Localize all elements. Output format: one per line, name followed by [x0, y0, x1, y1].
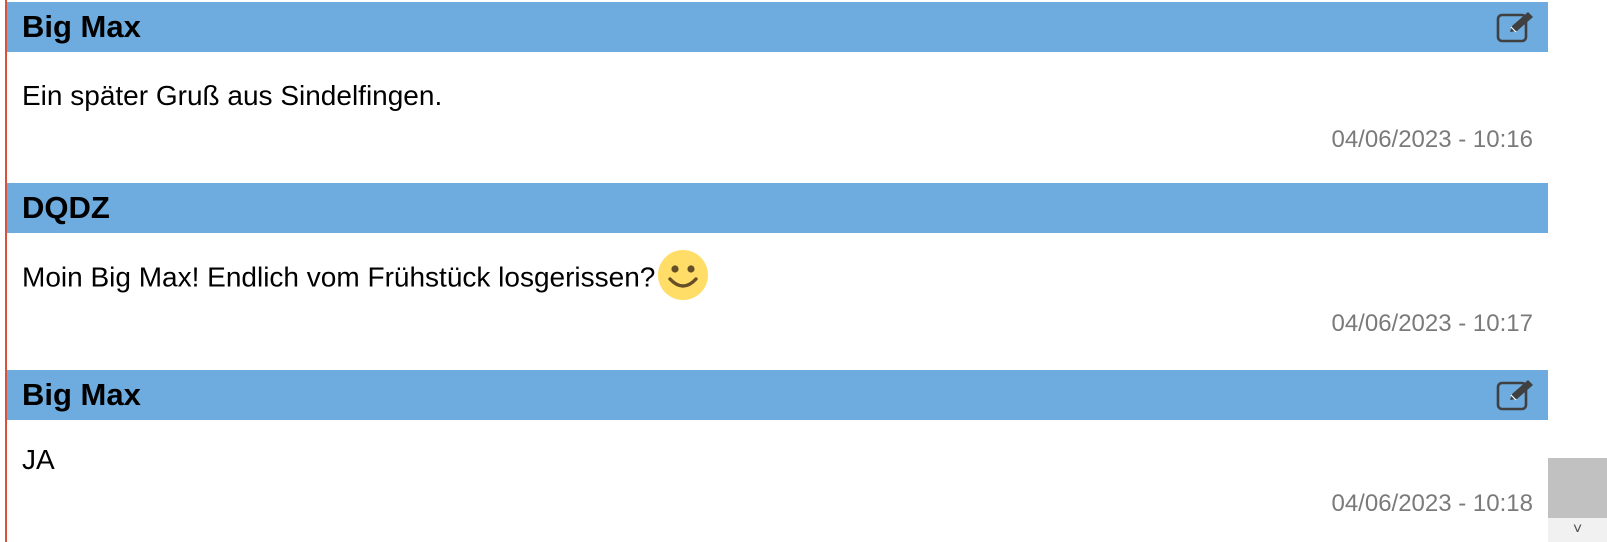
message-author: Big Max — [22, 9, 141, 44]
message-item: DQDZ Moin Big Max! Endlich vom Frühstück… — [7, 183, 1548, 370]
message-timestamp: 04/06/2023 - 10:16 — [1331, 126, 1533, 153]
chat-window: Big Max Ein später Gruß aus Sindelfingen… — [0, 0, 1607, 542]
message-author: DQDZ — [22, 190, 110, 225]
message-text: Moin Big Max! Endlich vom Frühstück losg… — [22, 261, 656, 293]
message-timestamp: 04/06/2023 - 10:17 — [1331, 310, 1533, 337]
edit-button[interactable] — [1496, 10, 1536, 44]
chevron-down-icon: ˅ — [1572, 521, 1583, 538]
scroll-down-button[interactable]: ˅ — [1548, 518, 1607, 542]
message-author: Big Max — [22, 377, 141, 412]
message-timestamp: 04/06/2023 - 10:18 — [1331, 490, 1533, 517]
scrollbar-thumb[interactable] — [1548, 458, 1607, 518]
message-text-line: Moin Big Max! Endlich vom Frühstück losg… — [22, 250, 709, 305]
message-item: Big Max Ein später Gruß aus Sindelfingen… — [7, 2, 1548, 183]
message-list: Big Max Ein später Gruß aus Sindelfingen… — [7, 2, 1548, 542]
edit-icon — [1496, 12, 1533, 43]
message-text: Ein später Gruß aus Sindelfingen. — [22, 80, 443, 111]
message-item: Big Max JA 04/06/2023 - 10:18 — [7, 370, 1548, 542]
message-header: Big Max — [7, 2, 1548, 52]
message-header: DQDZ — [7, 183, 1548, 233]
edit-button[interactable] — [1496, 378, 1536, 412]
message-text: JA — [22, 444, 55, 475]
edit-icon — [1496, 380, 1533, 411]
smiley-face-icon — [657, 249, 709, 301]
message-header: Big Max — [7, 370, 1548, 420]
